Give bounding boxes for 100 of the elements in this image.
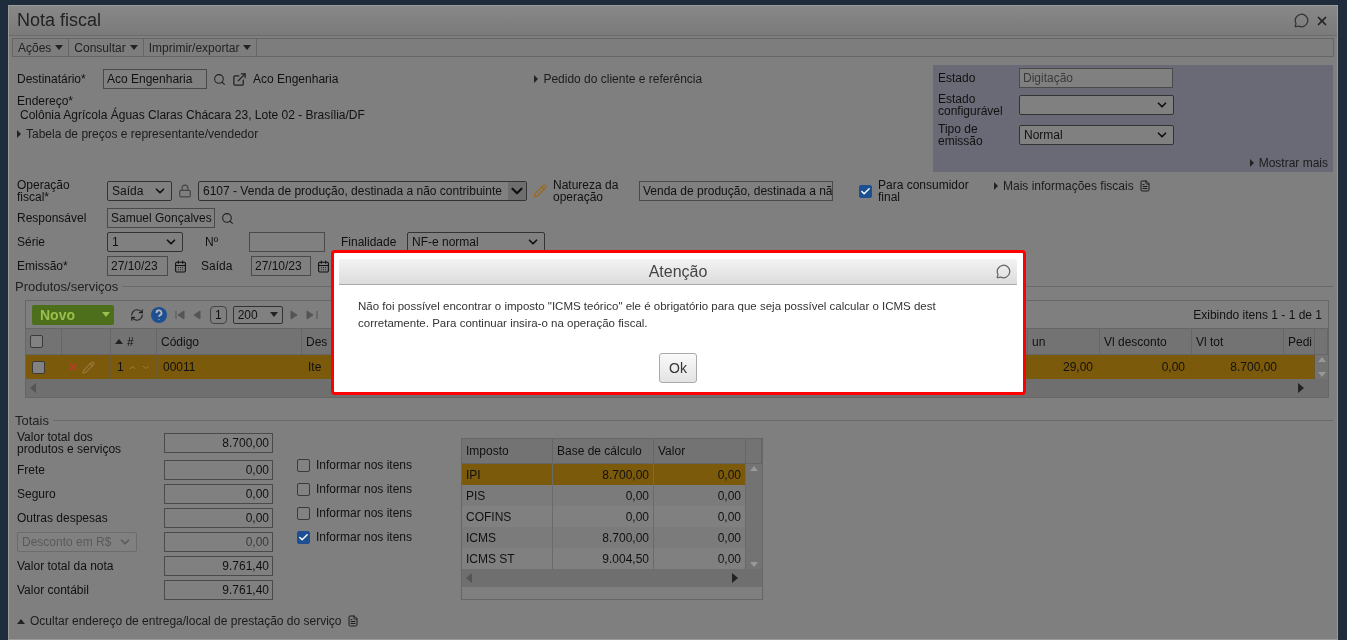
table-cell: 0,00	[654, 464, 746, 485]
column-header[interactable]: Base de cálculo	[553, 439, 654, 464]
amount-field[interactable]: 0,00	[164, 484, 273, 504]
field-label: Natureza da operação	[553, 179, 620, 203]
new-button[interactable]: Novo	[32, 304, 114, 325]
amount-field[interactable]: 0,00	[164, 508, 273, 528]
address-text: Colônia Agrícola Águas Claras Chácara 23, Lote 02 - Brasília/DF	[20, 109, 366, 121]
date-field[interactable]: 27/10/23	[251, 256, 311, 276]
search-icon[interactable]	[213, 72, 226, 86]
fiscal-info-link[interactable]: Mais informações fiscais	[994, 179, 1151, 193]
section-title: Produtos/serviços	[15, 278, 119, 294]
recipient-link[interactable]: Aco Engenharia	[253, 73, 339, 85]
series-select[interactable]: 1	[107, 232, 183, 252]
window-title: Nota fiscal	[17, 10, 102, 31]
amount-field[interactable]: 9.761,40	[164, 580, 273, 600]
checkbox-label: Informar nos itens	[316, 483, 413, 495]
field-label: Série	[17, 236, 46, 248]
external-link-icon[interactable]	[232, 71, 247, 87]
informar-checkbox[interactable]	[297, 482, 310, 496]
field-label: Emissão*	[17, 260, 69, 272]
date-field[interactable]: 27/10/23	[107, 256, 168, 276]
scroll-right-icon[interactable]	[1298, 383, 1304, 393]
field-label: Estado configurável	[938, 93, 1004, 117]
field-label: Operação fiscal*	[17, 179, 71, 203]
search-icon[interactable]	[221, 211, 234, 225]
table-cell: 8.700,00	[1192, 355, 1284, 379]
field-label: Tipo de emissão	[938, 123, 984, 147]
items-summary: Exibindo itens 1 - 1 de 1	[1193, 308, 1322, 321]
field-label: Nº	[205, 236, 220, 248]
checkbox-label: Informar nos itens	[316, 507, 413, 519]
calendar-icon[interactable]	[317, 259, 330, 273]
menu-item[interactable]: Imprimir/exportar	[143, 39, 258, 56]
column-header[interactable]: Valor	[654, 439, 746, 464]
table-cell: 00011	[157, 355, 302, 379]
select-all-checkbox[interactable]	[30, 335, 43, 348]
nature-field[interactable]: Venda de produção, destinada a nã	[639, 181, 833, 201]
checkbox-label: Informar nos itens	[316, 531, 413, 543]
emission-type-select[interactable]: Normal	[1019, 125, 1174, 145]
fiscal-operation-select[interactable]: 6107 - Venda de produção, destinada a não contribuinte	[198, 181, 527, 201]
table-cell: 29,00	[1028, 355, 1100, 379]
page-navigation-icon[interactable]	[174, 309, 204, 320]
column-header[interactable]: Vl desconto	[1100, 329, 1192, 355]
field-label: Saída	[201, 260, 234, 272]
field-label: Estado	[938, 72, 977, 84]
responsible-field[interactable]: Samuel Gonçalves	[107, 208, 215, 228]
recipient-field[interactable]: Aco Engenharia	[103, 69, 207, 89]
column-header[interactable]: Vl tot	[1192, 329, 1284, 355]
column-header[interactable]: Pedi	[1284, 329, 1315, 355]
field-label: Outras despesas	[17, 512, 109, 524]
calendar-icon[interactable]	[174, 259, 187, 273]
column-header[interactable]: Imposto	[462, 439, 553, 464]
document-icon	[346, 615, 359, 627]
comment-icon[interactable]	[1294, 13, 1309, 28]
informar-checkbox[interactable]	[297, 506, 310, 520]
final-consumer-checkbox[interactable]	[859, 184, 872, 198]
column-header[interactable]: Código	[157, 329, 302, 355]
checkbox-label: Para consumidor final	[878, 179, 970, 203]
dialog-message: Não foi possível encontrar o imposto "ICMS teórico" ele é obrigatório para que seja possível calcular o ICMS dest corretamente. Para continuar insira-o na operação fiscal.	[358, 299, 937, 331]
table-cell: PIS	[462, 485, 553, 506]
table-cell: IPI	[462, 464, 553, 485]
price-table-link[interactable]: Tabela de preços e representante/vendedor	[17, 127, 933, 141]
row-checkbox[interactable]	[32, 360, 45, 374]
amount-field[interactable]: 0,00	[164, 460, 273, 480]
menu-item[interactable]: Consultar	[69, 39, 144, 56]
menu-item[interactable]: Ações	[13, 39, 70, 56]
operation-type-select[interactable]: Saída	[107, 181, 172, 201]
amount-field[interactable]: 8.700,00	[164, 433, 273, 453]
show-more-link[interactable]: Mostrar mais	[1249, 156, 1328, 170]
hide-delivery-address-link[interactable]: Ocultar endereço de entrega/local de prestação do serviço	[17, 614, 1333, 628]
chevron-down-icon[interactable]	[508, 182, 526, 200]
table-cell: 8.700,00	[553, 527, 654, 548]
table-cell: 0,00	[654, 527, 746, 548]
page-number[interactable]: 1	[210, 305, 227, 324]
section-title: Totais	[15, 412, 49, 428]
page-navigation-icon[interactable]	[288, 309, 319, 320]
comment-icon[interactable]	[996, 264, 1011, 279]
field-label: Seguro	[17, 488, 57, 500]
informar-checkbox[interactable]	[297, 458, 310, 472]
table-cell: 0,00	[553, 485, 654, 506]
amount-field[interactable]: 0,00	[164, 532, 273, 552]
order-reference-link[interactable]: Pedido do cliente e referência	[534, 72, 703, 86]
table-cell: ICMS	[462, 527, 553, 548]
column-header[interactable]: #	[111, 329, 157, 355]
ok-button[interactable]: Ok	[659, 353, 697, 383]
status-select[interactable]	[1019, 95, 1174, 115]
table-cell: 0,00	[1100, 355, 1192, 379]
dialog-title: Atenção	[648, 262, 708, 281]
purpose-select[interactable]: NF-e normal	[407, 232, 545, 252]
scroll-right-icon[interactable]	[732, 573, 738, 583]
refresh-icon[interactable]	[130, 307, 144, 322]
help-icon[interactable]	[150, 305, 168, 324]
lock-icon	[178, 184, 192, 198]
column-header[interactable]: un	[1028, 329, 1100, 355]
field-label: Destinatário*	[17, 73, 87, 85]
amount-field[interactable]: 9.761,40	[164, 556, 273, 576]
informar-checkbox[interactable]	[297, 530, 310, 544]
number-field[interactable]	[249, 232, 325, 252]
page-size-select[interactable]: 200	[232, 305, 283, 324]
table-cell	[1284, 355, 1315, 379]
field-label: Endereço*	[17, 95, 75, 107]
